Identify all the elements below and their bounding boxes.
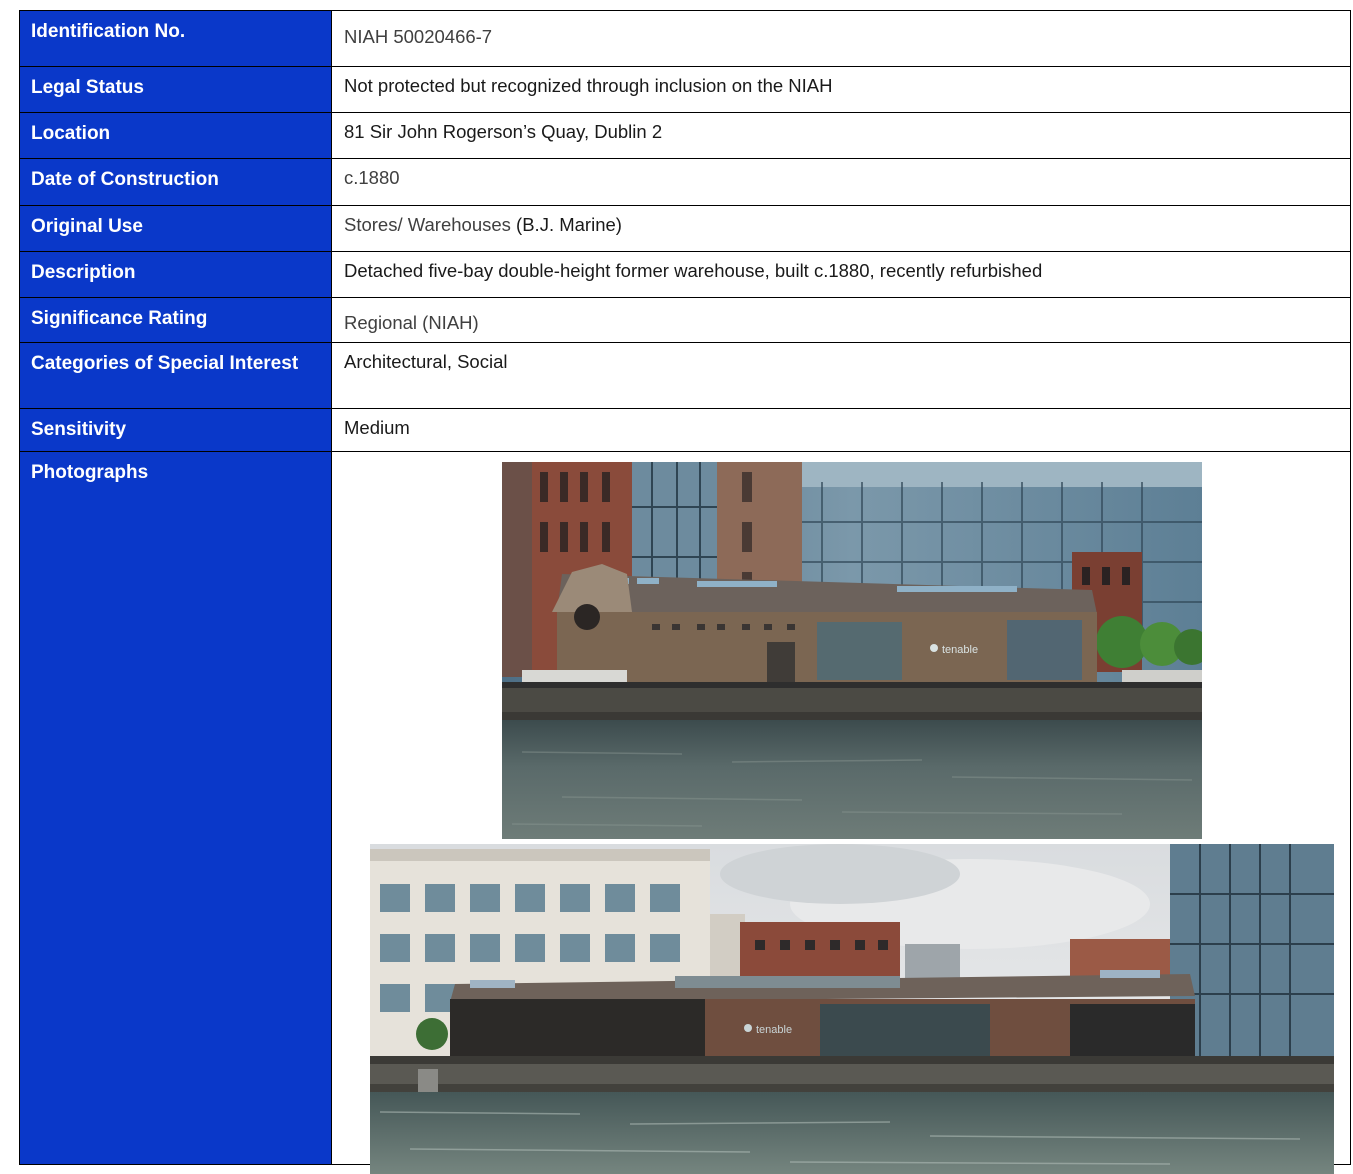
original-use-owner: (B.J. Marine) [510,214,622,235]
photo-warehouse-river: tenable [370,844,1334,1174]
original-use-value: Stores/ Warehouses (B.J. Marine) [331,205,1351,252]
original-use-label: Original Use [19,205,332,252]
identification-text: NIAH 50020466-7 [344,26,493,47]
significance-text: Regional (NIAH) [344,312,479,333]
photographs-label: Photographs [19,451,332,1165]
row-significance: Significance Rating Regional (NIAH) [19,297,1351,343]
row-identification: Identification No. NIAH 50020466-7 [19,10,1351,67]
row-location: Location 81 Sir John Rogerson’s Quay, Du… [19,112,1351,159]
sensitivity-label: Sensitivity [19,408,332,452]
identification-label: Identification No. [19,10,332,67]
date-text: c.1880 [344,167,400,188]
date-value: c.1880 [331,158,1351,206]
heritage-record-sheet: Identification No. NIAH 50020466-7 Legal… [19,10,1351,1174]
legal-status-value: Not protected but recognized through inc… [331,66,1351,113]
row-photographs: Photographs tenable tenable [19,451,1351,1174]
description-label: Description [19,251,332,298]
row-categories: Categories of Special Interest Architect… [19,342,1351,409]
photo1-sign: tenable [942,644,978,656]
legal-status-label: Legal Status [19,66,332,113]
row-legal-status: Legal Status Not protected but recognize… [19,66,1351,113]
row-description: Description Detached five-bay double-hei… [19,251,1351,298]
date-label: Date of Construction [19,158,332,206]
location-label: Location [19,112,332,159]
photo-warehouse-river-image: tenable [370,844,1334,1174]
identification-value: NIAH 50020466-7 [331,10,1351,67]
sensitivity-value: Medium [331,408,1351,452]
original-use-text: Stores/ Warehouses [344,214,511,235]
significance-label: Significance Rating [19,297,332,343]
row-sensitivity: Sensitivity Medium [19,408,1351,452]
photo2-sign: tenable [756,1024,792,1036]
record-table: Identification No. NIAH 50020466-7 Legal… [19,10,1351,1174]
photographs-cell: tenable tenable [331,451,1351,1174]
description-value: Detached five-bay double-height former w… [331,251,1351,298]
categories-label: Categories of Special Interest [19,342,332,409]
categories-value: Architectural, Social [331,342,1351,409]
row-original-use: Original Use Stores/ Warehouses (B.J. Ma… [19,205,1351,252]
significance-value: Regional (NIAH) [331,297,1351,343]
location-value: 81 Sir John Rogerson’s Quay, Dublin 2 [331,112,1351,159]
photo-warehouse-front: tenable [502,462,1202,839]
photo-warehouse-front-image: tenable [502,462,1202,839]
row-date-of-construction: Date of Construction c.1880 [19,158,1351,206]
